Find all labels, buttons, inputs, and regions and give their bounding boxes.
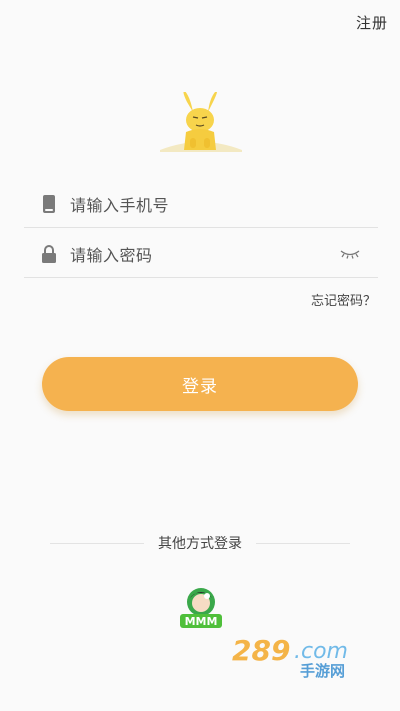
divider-line-right <box>256 542 350 544</box>
mmm-logo-text: MMM <box>185 615 218 628</box>
login-screen: 注册 请输入手机号 请输入密码 忘记密码？ 登录 其他方式登录 MMM 289 … <box>0 0 400 711</box>
svg-text:.com: .com <box>294 639 348 664</box>
lock-icon <box>38 243 60 265</box>
forgot-password-link[interactable]: 忘记密码？ <box>311 290 376 309</box>
kangaroo-mascot-icon <box>160 90 242 156</box>
eye-closed-icon[interactable] <box>338 246 362 262</box>
divider-line-left <box>50 542 144 544</box>
other-login-divider: 其他方式登录 <box>50 533 350 553</box>
svg-text:289: 289 <box>232 634 290 667</box>
phone-input-placeholder: 请输入手机号 <box>70 195 170 215</box>
site-watermark-logo: 289 .com 手游网 <box>230 632 380 680</box>
password-field[interactable]: 请输入密码 <box>24 230 378 278</box>
other-login-title: 其他方式登录 <box>158 536 242 552</box>
password-input-placeholder: 请输入密码 <box>70 245 153 265</box>
register-link[interactable]: 注册 <box>356 12 388 33</box>
phone-field[interactable]: 请输入手机号 <box>24 180 378 228</box>
mmm-logo-icon[interactable]: MMM <box>176 584 226 634</box>
phone-icon <box>38 193 60 215</box>
svg-text:手游网: 手游网 <box>300 662 345 678</box>
login-button[interactable]: 登录 <box>42 357 358 411</box>
